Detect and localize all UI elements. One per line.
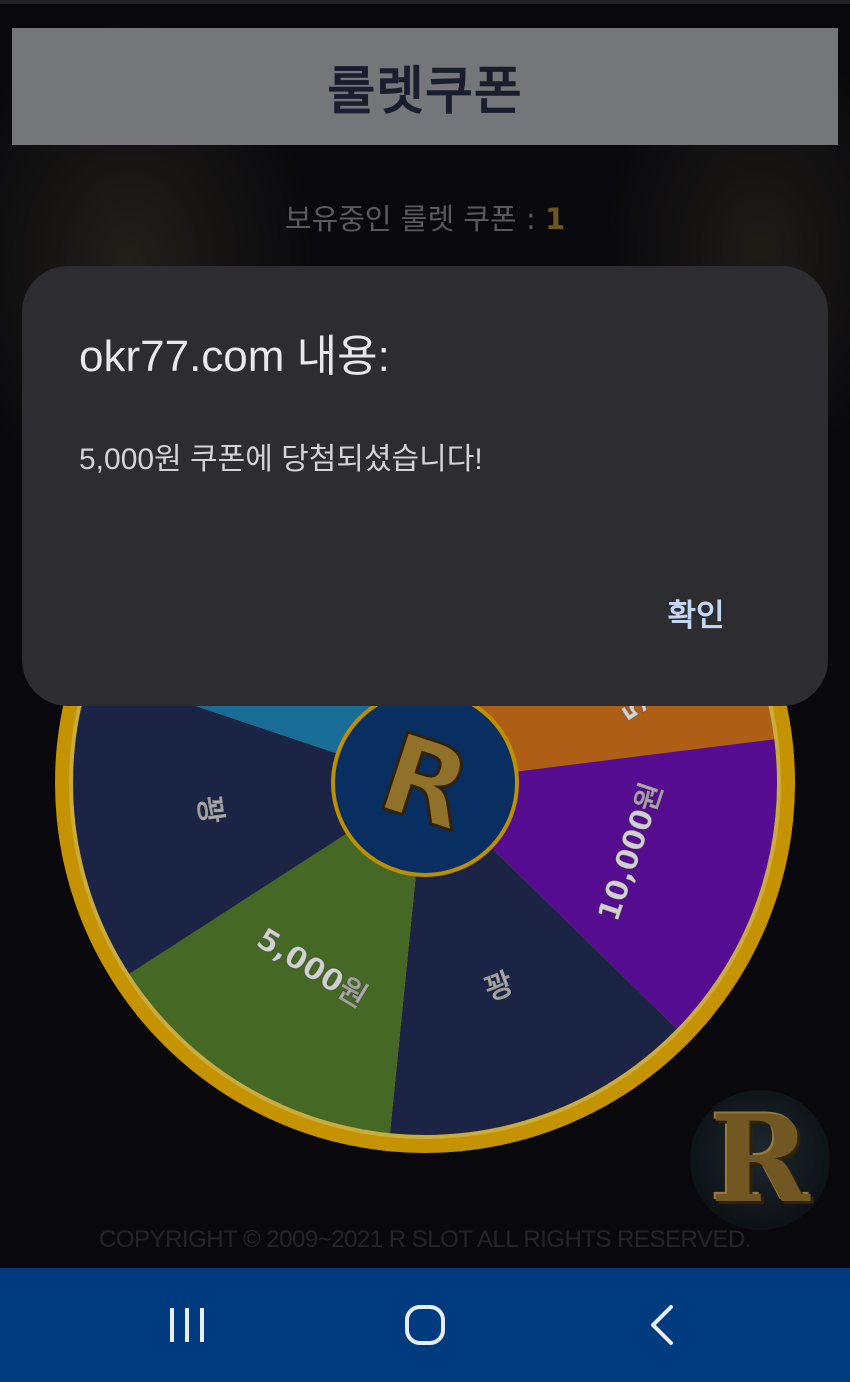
home-button[interactable] xyxy=(375,1290,475,1360)
home-icon xyxy=(405,1305,445,1345)
recent-apps-icon xyxy=(170,1308,204,1342)
dialog-title: okr77.com 내용: xyxy=(79,332,390,381)
dialog-message: 5,000원 쿠폰에 당첨되셨습니다! xyxy=(79,443,483,476)
alert-dialog: okr77.com 내용: 5,000원 쿠폰에 당첨되셨습니다! 확인 xyxy=(22,266,828,706)
confirm-button[interactable]: 확인 xyxy=(636,582,756,642)
back-button[interactable] xyxy=(613,1290,713,1360)
recent-apps-button[interactable] xyxy=(137,1290,237,1360)
back-icon xyxy=(651,1305,673,1345)
android-nav-bar xyxy=(0,1268,850,1382)
